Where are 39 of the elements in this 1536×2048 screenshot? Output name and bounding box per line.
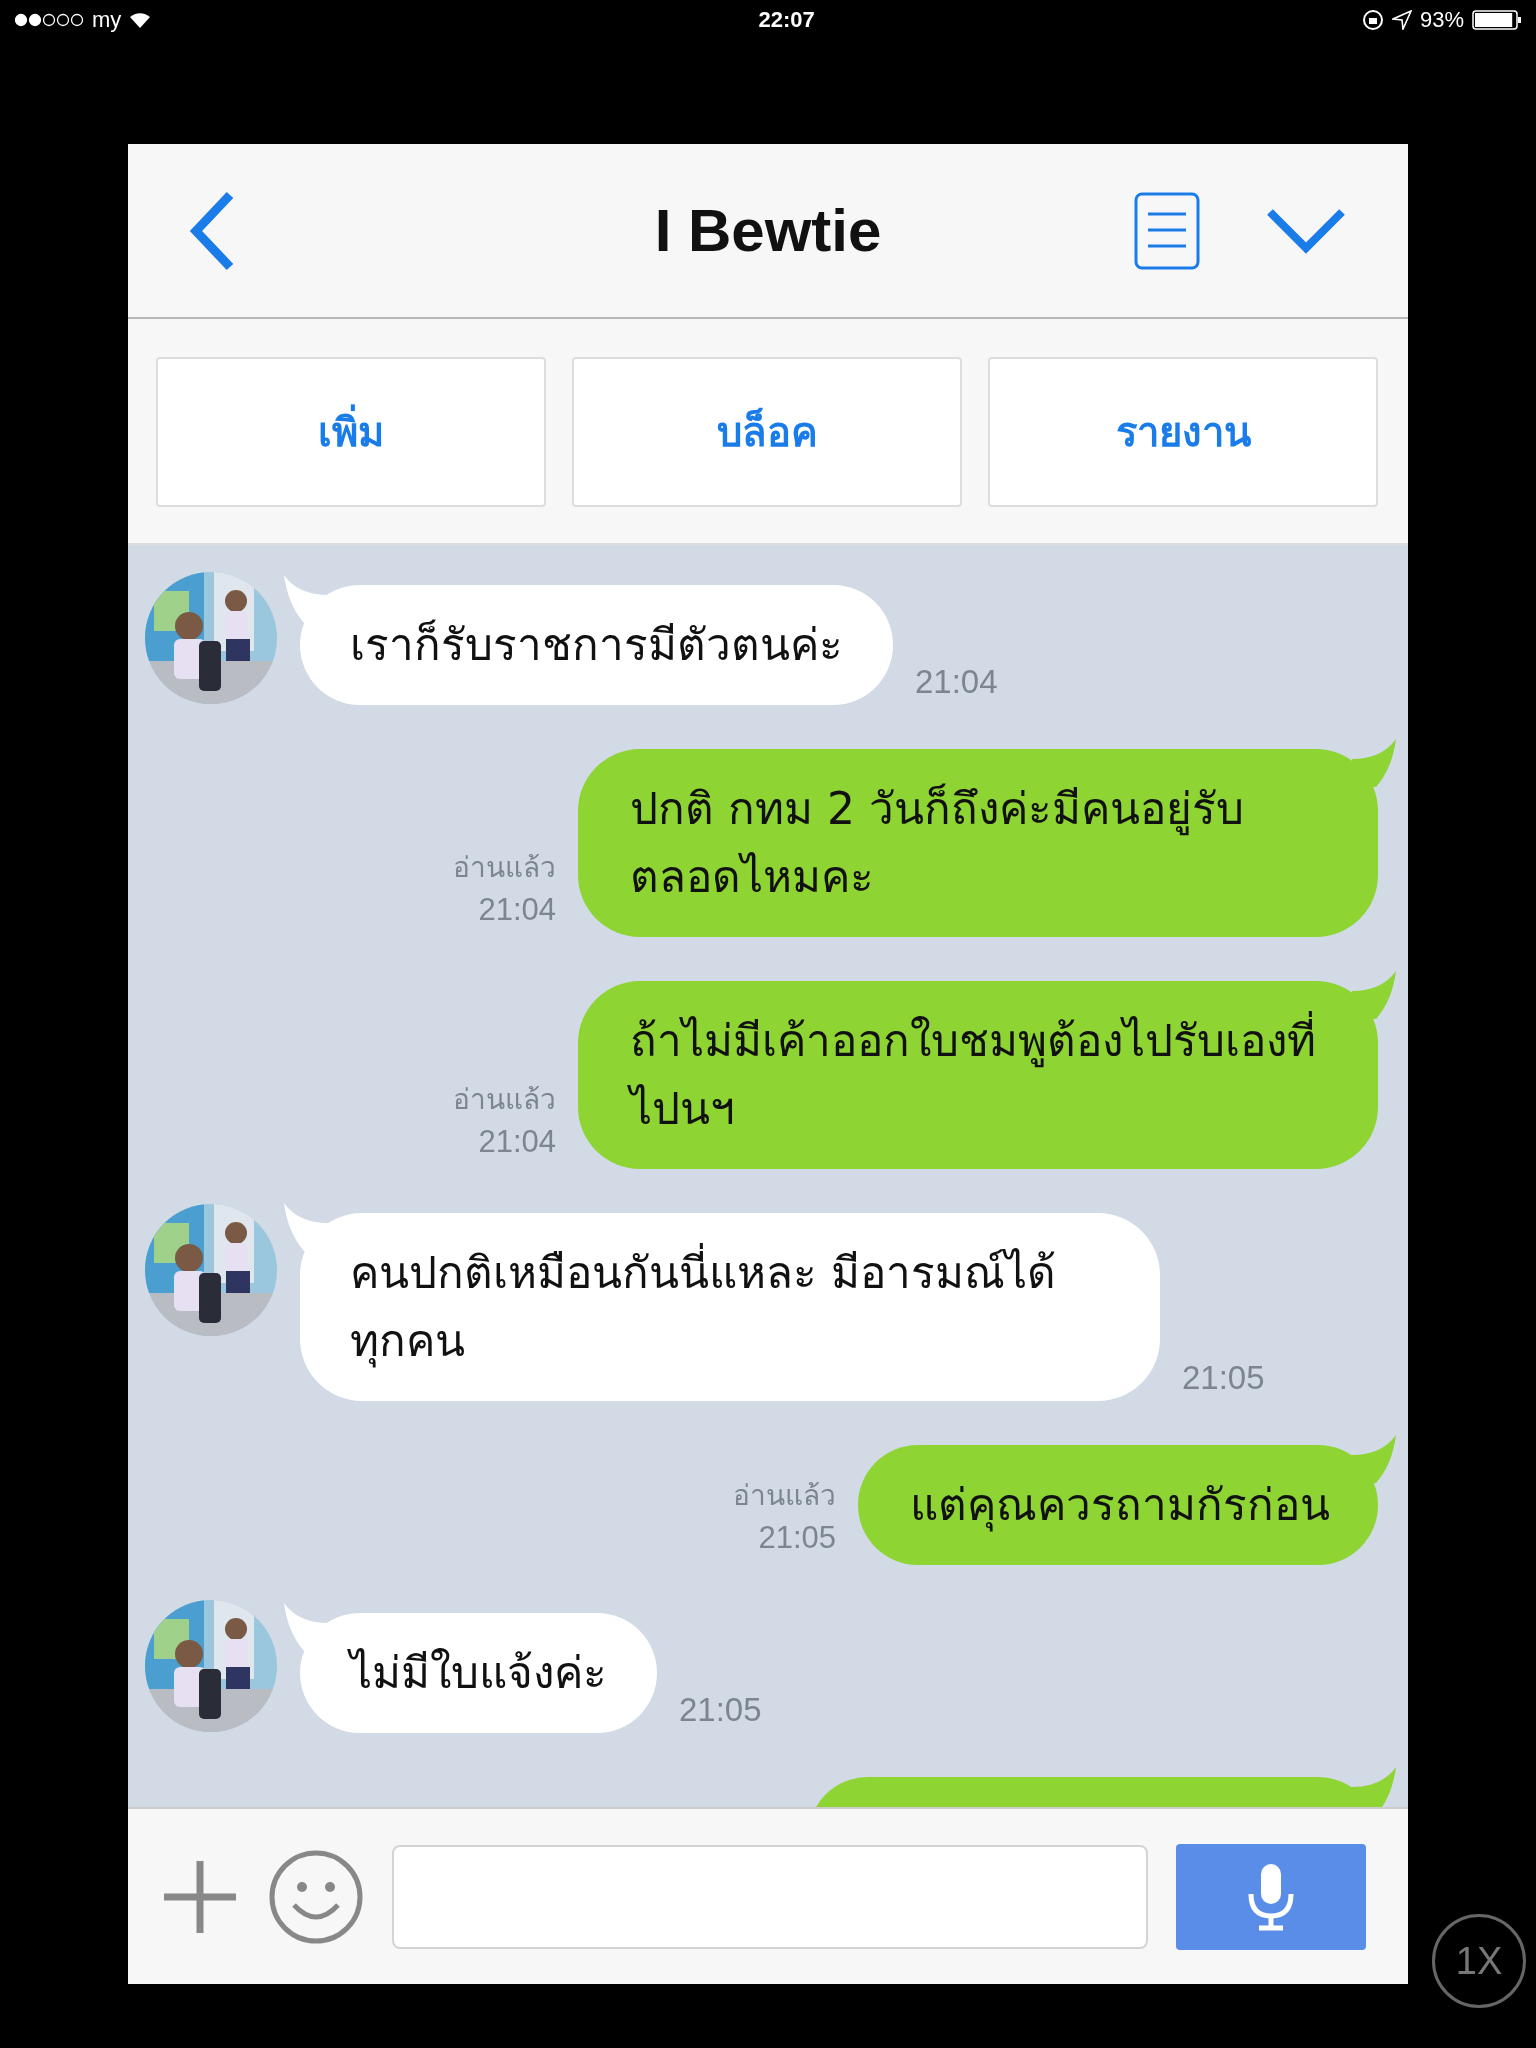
bubble-tail xyxy=(1352,971,1396,1019)
location-icon xyxy=(1391,10,1412,30)
mic-button[interactable] xyxy=(1176,1843,1366,1950)
bubble-tail xyxy=(1352,1435,1396,1483)
emoji-icon[interactable] xyxy=(268,1848,364,1945)
chat-title: I Bewtie xyxy=(654,196,882,265)
message-bubble: ไม่มีใบแจ้งค่ะ xyxy=(300,1613,657,1733)
wifi-icon xyxy=(129,11,152,29)
message-time: 21:04 xyxy=(478,1123,556,1161)
read-label: อ่านแล้ว xyxy=(453,850,556,886)
message-bubble: แต่คุณควรถามกัรก่อน xyxy=(858,1445,1378,1565)
bubble-tail xyxy=(284,1203,328,1251)
bubble-tail xyxy=(1352,1767,1396,1807)
clock: 22:07 xyxy=(758,7,815,33)
action-button[interactable]: เพิ่ม xyxy=(156,357,546,507)
notes-icon[interactable] xyxy=(1134,191,1200,270)
signal-icon xyxy=(14,13,84,27)
message-time: 21:04 xyxy=(478,891,556,929)
bubble-tail xyxy=(1352,739,1396,787)
bubble-tail xyxy=(284,1603,328,1651)
battery-icon xyxy=(1472,10,1522,30)
bubble-tail xyxy=(284,575,328,623)
message-bubble: เราก็รับราชการมีตัวตนค่ะ xyxy=(300,585,893,705)
read-label: อ่านแล้ว xyxy=(733,1478,836,1514)
message-input[interactable] xyxy=(392,1844,1148,1949)
message-bubble: ปกติ กทม 2 วันก็ถึงค่ะมีคนอยู่รับตลอดไหมคะ xyxy=(578,749,1378,937)
message-time: 21:05 xyxy=(1182,1359,1265,1398)
action-button[interactable]: บล็อค xyxy=(572,357,962,507)
message-time: 21:05 xyxy=(758,1519,836,1557)
battery-percent: 93% xyxy=(1419,7,1464,33)
message-bubble: ถ้าไม่มีเค้าออกใบชมพูต้องไปรับเองที่ไปนฯ xyxy=(578,981,1378,1169)
zoom-badge[interactable]: 1X xyxy=(1432,1914,1526,2008)
message-bubble: คนปกติเหมือนกันนี่แหละ มีอารมณ์ได้ทุกคน xyxy=(300,1213,1160,1401)
carrier-name: my xyxy=(92,7,122,33)
read-label: อ่านแล้ว xyxy=(453,1082,556,1118)
rotation-lock-icon xyxy=(1361,9,1384,31)
message-time: 21:04 xyxy=(915,663,998,702)
message-time: 21:05 xyxy=(679,1691,762,1730)
action-button[interactable]: รายงาน xyxy=(988,357,1378,507)
